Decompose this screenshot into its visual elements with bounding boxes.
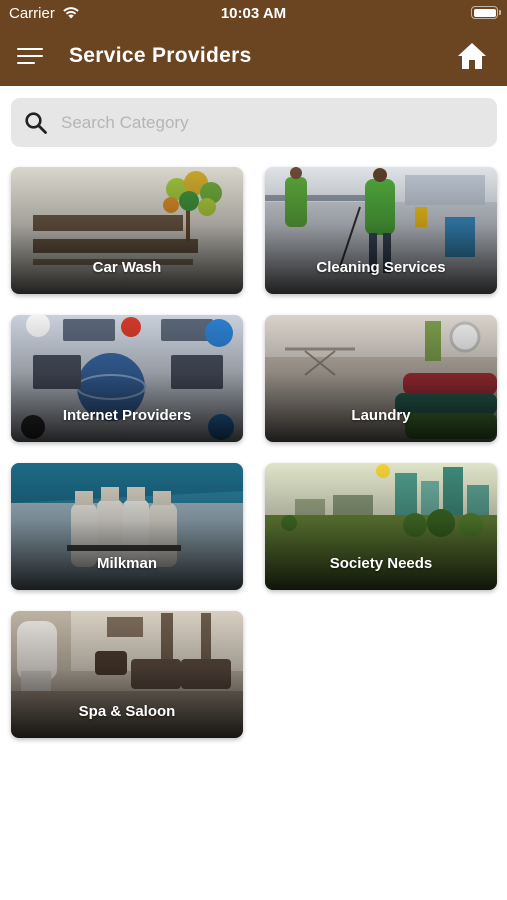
category-card-cleaning-services[interactable]: Cleaning Services: [265, 167, 497, 294]
category-label: Car Wash: [92, 259, 162, 276]
app-header: Service Providers: [0, 26, 507, 86]
category-label: Milkman: [96, 555, 157, 572]
category-label: Laundry: [351, 407, 411, 424]
category-card-milkman[interactable]: Milkman: [11, 463, 243, 590]
category-label: Spa & Saloon: [78, 703, 176, 720]
category-card-internet-providers[interactable]: Internet Providers: [11, 315, 243, 442]
category-label: Internet Providers: [62, 407, 192, 424]
home-icon[interactable]: [457, 42, 487, 70]
category-card-spa-and-saloon[interactable]: Spa & Saloon: [11, 611, 243, 738]
category-card-society-needs[interactable]: Society Needs: [265, 463, 497, 590]
category-card-car-wash[interactable]: Car Wash: [11, 167, 243, 294]
search-input[interactable]: [61, 98, 481, 147]
category-label: Cleaning Services: [316, 259, 446, 276]
hamburger-menu-icon[interactable]: [17, 46, 43, 66]
status-bar: Carrier 10:03 AM: [0, 0, 507, 26]
category-label: Society Needs: [329, 555, 433, 572]
battery-icon: [471, 6, 501, 19]
page-title: Service Providers: [69, 44, 252, 67]
search-icon: [25, 112, 47, 134]
category-card-laundry[interactable]: Laundry: [265, 315, 497, 442]
search-bar: [11, 98, 497, 147]
status-time: 10:03 AM: [220, 5, 287, 22]
